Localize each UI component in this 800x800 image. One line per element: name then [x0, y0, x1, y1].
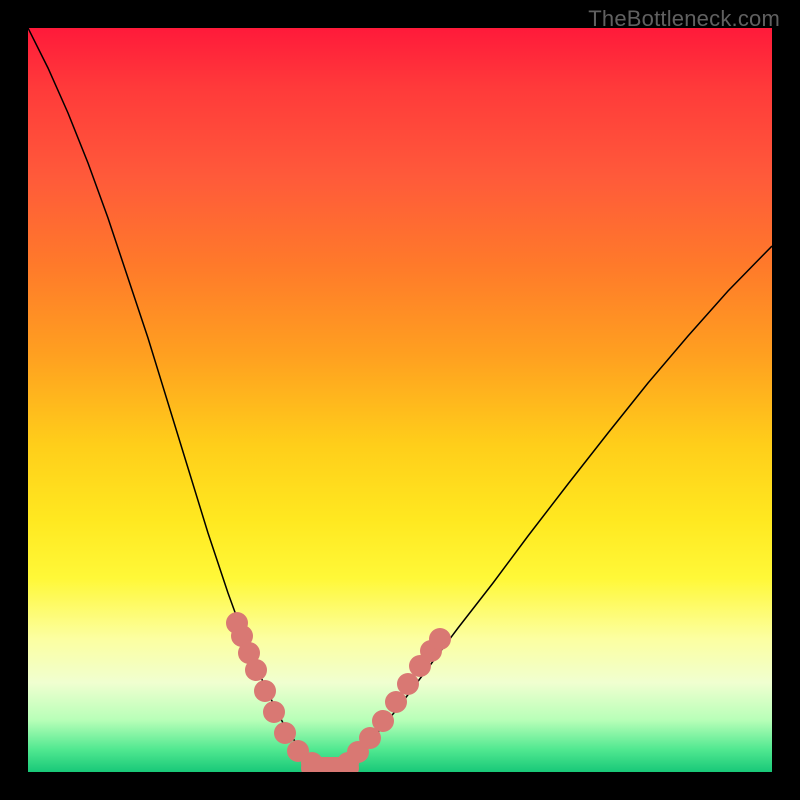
left-marker-group [226, 612, 323, 772]
curve-marker [274, 722, 296, 744]
curve-marker [254, 680, 276, 702]
curve-marker [245, 659, 267, 681]
right-marker-group [337, 628, 451, 772]
watermark-text: TheBottleneck.com [588, 6, 780, 32]
curve-marker [385, 691, 407, 713]
curve-marker [397, 673, 419, 695]
curve-marker [372, 710, 394, 732]
chart-svg [28, 28, 772, 772]
left-curve-line [28, 28, 328, 772]
curve-marker [429, 628, 451, 650]
curve-marker [263, 701, 285, 723]
